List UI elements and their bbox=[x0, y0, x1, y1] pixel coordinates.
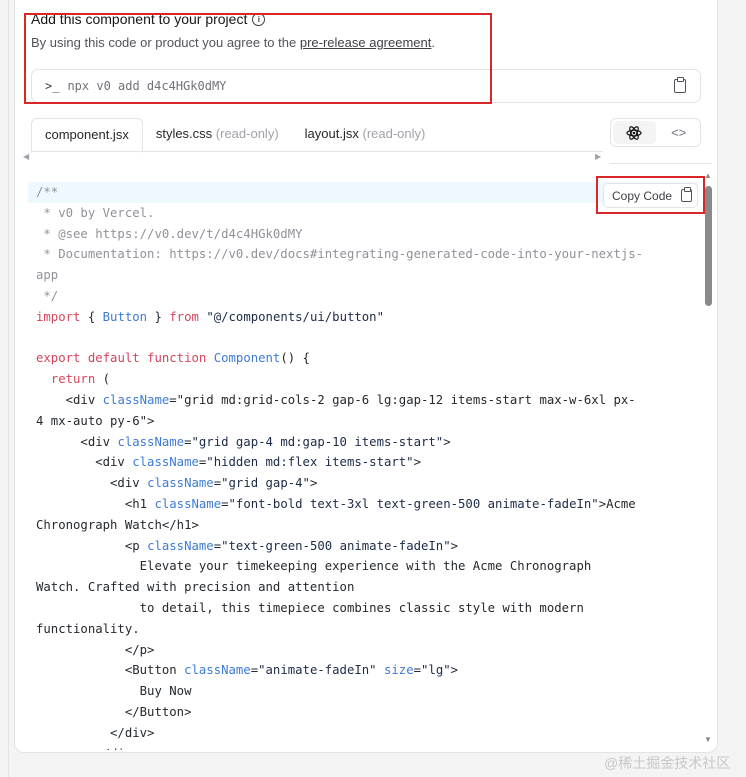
code-line: <div className="grid gap-4"> bbox=[36, 476, 318, 491]
watermark: @稀土掘金技术社区 bbox=[604, 755, 731, 771]
react-view-toggle[interactable] bbox=[613, 121, 656, 144]
highlight-box-copy-code bbox=[596, 176, 705, 214]
code-line: * @see https://v0.dev/t/d4c4HGk0dMY bbox=[36, 226, 303, 241]
code-line: <p className="text-green-500 animate-fad… bbox=[36, 538, 459, 553]
code-line: </div> bbox=[36, 725, 155, 740]
tab-styles-css[interactable]: styles.css (read-only) bbox=[143, 118, 292, 150]
code-brackets-icon: <> bbox=[671, 125, 687, 140]
scroll-right-arrow-icon[interactable]: ▶ bbox=[595, 152, 601, 161]
code-line: * Documentation: https://v0.dev/docs#int… bbox=[36, 247, 644, 262]
code-line: </p> bbox=[36, 642, 155, 657]
tab-layout-jsx[interactable]: layout.jsx (read-only) bbox=[292, 118, 439, 150]
code-line: <h1 className="font-bold text-3xl text-g… bbox=[36, 496, 636, 511]
scroll-up-arrow-icon[interactable]: ▲ bbox=[704, 171, 712, 180]
clipboard-icon[interactable] bbox=[674, 77, 686, 93]
code-line: </div> bbox=[28, 744, 698, 750]
vertical-scrollbar-thumb[interactable] bbox=[705, 186, 712, 306]
code-line: <Button className="animate-fadeIn" size=… bbox=[36, 663, 459, 678]
code-line: import { Button } from "@/components/ui/… bbox=[36, 309, 384, 324]
right-edge bbox=[717, 0, 746, 777]
code-line: <div className="grid gap-4 md:gap-10 ite… bbox=[36, 434, 451, 449]
code-line: Elevate your timekeeping experience with… bbox=[36, 559, 592, 574]
left-edge bbox=[0, 0, 9, 777]
code-line: Chronograph Watch</h1> bbox=[36, 517, 199, 532]
code-line: <div className="grid md:grid-cols-2 gap-… bbox=[36, 392, 636, 407]
code-line: export default function Component() { bbox=[36, 351, 310, 366]
html-view-toggle[interactable]: <> bbox=[658, 119, 701, 146]
react-icon bbox=[626, 125, 642, 140]
code-line: return ( bbox=[50, 372, 111, 387]
code-line: <div className="hidden md:flex items-sta… bbox=[36, 455, 421, 470]
code-line: Watch. Crafted with precision and attent… bbox=[36, 580, 355, 595]
code-line: 4 mx-auto py-6"> bbox=[36, 413, 155, 428]
scroll-down-arrow-icon[interactable]: ▼ bbox=[704, 735, 712, 744]
code-line: </Button> bbox=[36, 704, 192, 719]
tab-component-jsx[interactable]: component.jsx bbox=[31, 118, 143, 153]
tab-divider bbox=[31, 151, 603, 152]
highlight-box-command bbox=[24, 13, 492, 104]
view-toggle: <> bbox=[610, 118, 701, 147]
code-line: app bbox=[36, 268, 59, 283]
horizontal-track bbox=[610, 163, 712, 164]
code-line: functionality. bbox=[36, 621, 140, 636]
file-tabs: component.jsx styles.css (read-only) lay… bbox=[31, 118, 439, 153]
code-line: */ bbox=[36, 288, 59, 303]
code-block: /** * v0 by Vercel. * @see https://v0.de… bbox=[28, 182, 698, 750]
scroll-left-arrow-icon[interactable]: ◀ bbox=[23, 152, 29, 161]
code-line: to detail, this timepiece combines class… bbox=[36, 600, 584, 615]
code-line: Buy Now bbox=[36, 684, 192, 699]
